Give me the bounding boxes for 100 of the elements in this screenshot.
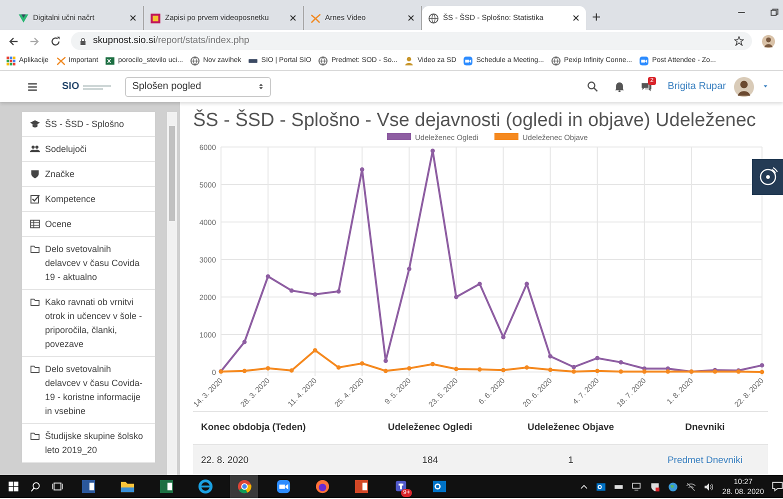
point: [336, 289, 341, 294]
browser-icon[interactable]: [314, 479, 330, 494]
close-icon[interactable]: [407, 14, 415, 22]
point: [595, 356, 600, 360]
site-logo[interactable]: SIO: [62, 79, 112, 94]
folder-icon: [30, 364, 40, 374]
browser-icon[interactable]: [198, 479, 212, 494]
close-icon[interactable]: [129, 14, 137, 22]
point: [548, 354, 552, 358]
point: [642, 369, 647, 374]
point: [501, 368, 506, 372]
wifi-off-icon[interactable]: [686, 482, 696, 492]
sidebar-item[interactable]: Delo svetovalnih delavcev v času Covida-19 - koristne informacije in vsebine: [22, 357, 155, 424]
url-text: skupnost.sio.si/report/stats/index.php: [93, 34, 250, 48]
shield-icon[interactable]: [650, 482, 660, 492]
floating-button[interactable]: [752, 159, 783, 195]
folder-icon: [30, 244, 40, 254]
legend-swatch[interactable]: [387, 133, 411, 140]
page-title: ŠS - ŠSD - Splošno - Vse dejavnosti (ogledi in objave) Udeleženec: [193, 108, 757, 133]
point: [242, 340, 247, 344]
graduation-cap-icon: [30, 119, 40, 129]
logo-icon: [56, 56, 66, 66]
spreadsheet-icon: [105, 56, 116, 66]
chevron-up-icon[interactable]: [580, 482, 588, 490]
point: [760, 370, 764, 374]
mail-icon[interactable]: [432, 479, 446, 494]
caret-icon[interactable]: [762, 84, 769, 89]
sidebar-item[interactable]: Študijske skupine šolsko leto 2019_20: [22, 424, 155, 463]
point: [430, 148, 435, 153]
spreadsheet-icon[interactable]: [158, 479, 174, 494]
avatar-icon[interactable]: [762, 34, 775, 48]
video-camera-icon: [463, 56, 474, 66]
person-icon: [404, 56, 414, 66]
point: [760, 363, 764, 368]
point: [666, 369, 670, 374]
restore-icon[interactable]: [770, 8, 779, 17]
presentation-icon[interactable]: [354, 479, 368, 494]
bell-icon[interactable]: [614, 81, 625, 92]
logo-icon: [248, 56, 258, 66]
apps-icon: [6, 56, 16, 66]
windows-start-icon[interactable]: [8, 481, 19, 492]
scrollbar-thumb[interactable]: [169, 126, 175, 221]
checkbox-icon: [30, 194, 40, 204]
notification-icon[interactable]: [772, 481, 783, 492]
point: [478, 367, 482, 372]
sidebar-item[interactable]: Sodelujoči: [22, 137, 155, 162]
network-icon[interactable]: [632, 482, 642, 492]
new-tab-button[interactable]: +: [586, 6, 607, 30]
sidebar-item[interactable]: Delo svetovalnih delavcev v času Covida 19 - aktualno: [22, 237, 155, 290]
point: [478, 282, 482, 286]
view-select[interactable]: Splošen pogled: [125, 76, 272, 96]
sidebar-item[interactable]: Kompetence: [22, 187, 155, 212]
star-icon[interactable]: [734, 36, 744, 46]
browser-icon[interactable]: [236, 479, 252, 494]
point: [454, 294, 458, 300]
sidebar-item[interactable]: Kako ravnati ob vrnitvi otrok in učencev v šole - priporočila, članki, povezave: [22, 290, 155, 357]
avatar-icon[interactable]: [734, 76, 754, 96]
close-icon[interactable]: [572, 14, 580, 22]
task-view-icon[interactable]: [52, 481, 63, 492]
chat-icon[interactable]: [640, 81, 652, 92]
table-icon: [30, 219, 40, 229]
select-caret-icon: [258, 82, 264, 91]
globe-icon[interactable]: [668, 482, 678, 492]
back-icon[interactable]: [8, 36, 19, 46]
word-icon[interactable]: [80, 479, 96, 494]
shield-icon: [30, 169, 40, 179]
point: [360, 167, 364, 172]
logo-icon: [310, 12, 321, 24]
sidebar-item[interactable]: Značke: [22, 162, 155, 187]
point: [618, 369, 624, 374]
image-icon: [150, 12, 161, 24]
search-icon[interactable]: [586, 81, 598, 92]
point: [289, 368, 294, 373]
point: [524, 365, 529, 370]
reload-icon[interactable]: [50, 36, 61, 46]
menu-icon[interactable]: [27, 82, 38, 92]
address-field[interactable]: skupnost.sio.si/report/stats/index.php: [71, 32, 752, 50]
video-camera-icon[interactable]: [276, 479, 290, 494]
user-name[interactable]: Brigita Rupar: [668, 79, 726, 94]
mail-icon[interactable]: [596, 482, 606, 492]
folder-icon[interactable]: [120, 479, 134, 494]
point: [384, 358, 388, 363]
point: [572, 364, 576, 370]
globe-icon: [190, 56, 200, 66]
table-cell: 22. 8. 2020: [193, 444, 360, 475]
point: [618, 360, 624, 364]
point: [336, 365, 341, 370]
legend-swatch[interactable]: [494, 133, 518, 140]
sidebar-item[interactable]: Ocene: [22, 212, 155, 237]
table-cell: 184: [360, 444, 500, 475]
point: [312, 292, 318, 297]
sidebar-item[interactable]: ŠS - ŠSD - Splošno: [22, 112, 155, 137]
search-icon[interactable]: [30, 481, 41, 492]
speaker-icon[interactable]: [704, 482, 714, 492]
globe-icon: [318, 56, 328, 66]
point: [595, 368, 600, 374]
scrollbar[interactable]: [167, 112, 177, 475]
point: [360, 361, 364, 366]
lock-icon: [79, 36, 87, 46]
close-icon[interactable]: [289, 14, 297, 22]
